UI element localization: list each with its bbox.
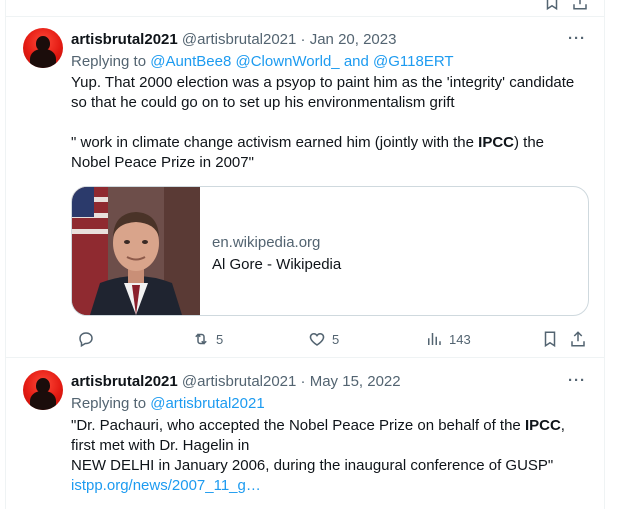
link-card[interactable]: en.wikipedia.org Al Gore - Wikipedia bbox=[71, 186, 589, 316]
separator-dot: · bbox=[300, 31, 306, 48]
bookmark-icon[interactable] bbox=[543, 0, 561, 11]
views-button[interactable]: 143 bbox=[425, 329, 471, 349]
tweet-text: "Dr. Pachauri, who accepted the Nobel Pe… bbox=[71, 416, 581, 496]
previous-tweet-action-bar bbox=[6, 0, 604, 17]
portrait-image bbox=[72, 187, 200, 315]
bookmark-button[interactable] bbox=[541, 329, 559, 349]
reply-button[interactable] bbox=[77, 329, 95, 349]
retweet-button[interactable]: 5 bbox=[192, 329, 223, 349]
retweet-icon bbox=[195, 333, 207, 345]
reply-icon bbox=[79, 332, 93, 348]
action-bar: 5 5 143 bbox=[71, 329, 591, 349]
tweet-paragraph-quote: " work in climate change activism earned… bbox=[71, 134, 545, 171]
views-count: 143 bbox=[449, 331, 471, 347]
replying-to-label: Replying to bbox=[71, 395, 147, 412]
tweet-text: Yup. That 2000 election was a psyop to p… bbox=[71, 73, 581, 173]
separator-dot: · bbox=[300, 373, 306, 390]
tweet-paragraph: Yup. That 2000 election was a psyop to p… bbox=[71, 74, 575, 111]
share-icon bbox=[571, 331, 585, 347]
bookmark-icon bbox=[544, 331, 556, 348]
display-name[interactable]: artisbrutal2021 bbox=[71, 31, 178, 48]
tweet[interactable]: artisbrutal2021 @artisbrutal2021 · May 1… bbox=[6, 358, 604, 509]
replying-to: Replying to @AuntBee8 @ClownWorld_ and @… bbox=[71, 52, 454, 72]
timestamp[interactable]: Jan 20, 2023 bbox=[310, 31, 397, 48]
avatar[interactable] bbox=[23, 370, 63, 410]
user-handle[interactable]: @artisbrutal2021 bbox=[182, 373, 296, 390]
views-icon bbox=[428, 333, 441, 345]
timestamp[interactable]: May 15, 2022 bbox=[310, 373, 401, 390]
replying-to: Replying to @artisbrutal2021 bbox=[71, 394, 265, 414]
more-icon[interactable]: ··· bbox=[568, 30, 586, 47]
card-meta: en.wikipedia.org Al Gore - Wikipedia bbox=[212, 233, 341, 275]
card-title: Al Gore - Wikipedia bbox=[212, 256, 342, 273]
tweet-header: artisbrutal2021 @artisbrutal2021 · Jan 2… bbox=[71, 30, 396, 50]
card-domain: en.wikipedia.org bbox=[212, 234, 321, 251]
tweet-line: NEW DELHI in January 2006, during the in… bbox=[71, 457, 554, 474]
tweet[interactable]: artisbrutal2021 @artisbrutal2021 · Jan 2… bbox=[6, 17, 604, 358]
tweet-line: first met with Dr. Hagelin in bbox=[71, 437, 250, 454]
like-button[interactable]: 5 bbox=[308, 329, 339, 349]
share-button[interactable] bbox=[569, 329, 587, 349]
like-count: 5 bbox=[332, 331, 340, 347]
replying-to-users[interactable]: @artisbrutal2021 bbox=[150, 395, 264, 412]
tweet-link[interactable]: istpp.org/news/2007_11_g… bbox=[71, 477, 261, 494]
like-icon bbox=[309, 332, 325, 346]
retweet-count: 5 bbox=[216, 331, 224, 347]
share-icon[interactable] bbox=[571, 0, 589, 11]
user-handle[interactable]: @artisbrutal2021 bbox=[182, 31, 296, 48]
replying-to-users[interactable]: @AuntBee8 @ClownWorld_ and @G118ERT bbox=[150, 53, 453, 70]
replying-to-label: Replying to bbox=[71, 53, 147, 70]
tweet-header: artisbrutal2021 @artisbrutal2021 · May 1… bbox=[71, 372, 401, 392]
display-name[interactable]: artisbrutal2021 bbox=[71, 373, 178, 390]
timeline: artisbrutal2021 @artisbrutal2021 · Jan 2… bbox=[5, 0, 605, 509]
more-icon[interactable]: ··· bbox=[568, 372, 586, 389]
tweet-line: "Dr. Pachauri, who accepted the Nobel Pe… bbox=[71, 417, 565, 434]
card-thumbnail bbox=[72, 187, 200, 315]
avatar[interactable] bbox=[23, 28, 63, 68]
